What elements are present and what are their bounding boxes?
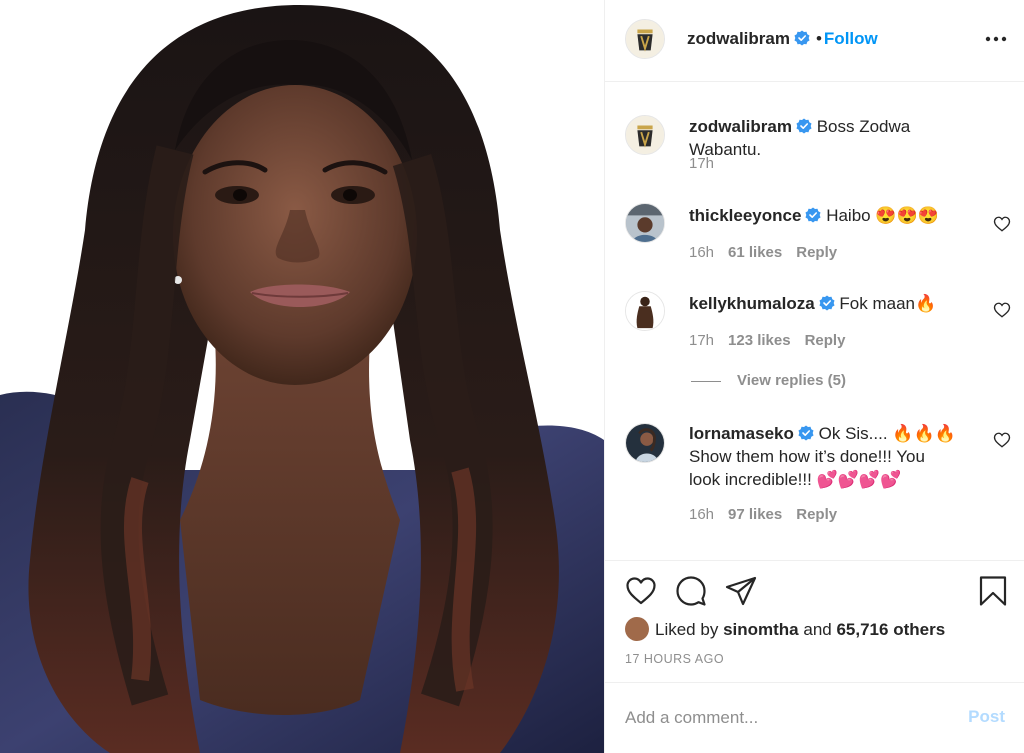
caption-meta: 17h: [689, 155, 728, 172]
like-comment-heart-icon[interactable]: [993, 431, 1011, 449]
verified-badge-icon: [798, 425, 814, 441]
follow-button[interactable]: Follow: [824, 29, 878, 48]
replies-divider-line: [691, 380, 721, 382]
brand-logo-icon: [626, 116, 664, 154]
commenter-avatar[interactable]: [625, 203, 665, 243]
reply-button[interactable]: Reply: [805, 332, 846, 349]
commenter-avatar[interactable]: [625, 291, 665, 331]
view-replies-label: View replies (5): [737, 372, 846, 389]
comment-meta: 16h 97 likes Reply: [689, 506, 851, 523]
profile-photo-icon: [626, 424, 664, 462]
comment-username[interactable]: lornamaseko: [689, 424, 794, 443]
post-timestamp[interactable]: 17 HOURS AGO: [625, 652, 724, 666]
verified-badge-icon: [794, 30, 810, 46]
reply-button[interactable]: Reply: [796, 506, 837, 523]
header-separator: •: [815, 29, 822, 48]
likes-count-link[interactable]: 65,716 others: [836, 620, 945, 639]
liked-by-connector: and: [803, 620, 832, 639]
caption-time[interactable]: 17h: [689, 155, 714, 172]
post-actions: Liked by sinomtha and 65,716 others 17 H…: [605, 560, 1024, 682]
verified-badge-icon: [796, 118, 812, 134]
comment-body: kellykhumaloza Fok maan🔥: [689, 292, 979, 315]
post-header: zodwalibram • Follow: [605, 0, 1024, 82]
like-heart-icon[interactable]: [625, 575, 657, 607]
post-comment-button[interactable]: Post: [968, 707, 1005, 727]
reply-button[interactable]: Reply: [796, 244, 837, 261]
caption-username[interactable]: zodwalibram: [689, 117, 792, 136]
comment-time[interactable]: 17h: [689, 332, 714, 349]
liked-by-prefix: Liked by: [655, 620, 719, 639]
comment-username[interactable]: kellykhumaloza: [689, 294, 815, 313]
comment-body: thickleeyonce Haibo 😍😍😍: [689, 204, 979, 227]
portrait-photo: [0, 0, 604, 753]
comment-meta: 17h 123 likes Reply: [689, 332, 859, 349]
comment-input[interactable]: [625, 705, 945, 731]
comment-text: Fok maan🔥: [839, 294, 937, 313]
caption: zodwalibram Boss Zodwa Wabantu. 17h: [605, 82, 1024, 182]
comment-item: kellykhumaloza Fok maan🔥 17h 123 likes Rep…: [605, 270, 1024, 358]
comment-text: Haibo 😍😍😍: [826, 206, 939, 225]
verified-badge-icon: [819, 295, 835, 311]
profile-photo-icon: [626, 204, 664, 242]
liked-by-summary: Liked by sinomtha and 65,716 others: [625, 617, 945, 641]
commenter-avatar[interactable]: [625, 423, 665, 463]
save-bookmark-icon[interactable]: [977, 575, 1009, 607]
like-comment-heart-icon[interactable]: [993, 215, 1011, 233]
post-image[interactable]: [0, 0, 604, 753]
share-paper-plane-icon[interactable]: [725, 575, 757, 607]
comment-item: lornamaseko Ok Sis.... 🔥🔥🔥 Show them how…: [605, 402, 1024, 542]
verified-badge-icon: [805, 207, 821, 223]
comment-username[interactable]: thickleeyonce: [689, 206, 801, 225]
liker-avatar[interactable]: [625, 617, 649, 641]
comment-body: lornamaseko Ok Sis.... 🔥🔥🔥 Show them how…: [689, 422, 957, 491]
comment-likes[interactable]: 97 likes: [728, 506, 782, 523]
view-replies-button[interactable]: View replies (5): [691, 372, 846, 389]
caption-body: zodwalibram Boss Zodwa Wabantu.: [689, 115, 979, 161]
author-username[interactable]: zodwalibram: [687, 29, 790, 48]
caption-author-avatar[interactable]: [625, 115, 665, 155]
comment-item: thickleeyonce Haibo 😍😍😍 16h 61 likes Reply: [605, 182, 1024, 270]
author-avatar[interactable]: [625, 19, 665, 59]
comment-likes[interactable]: 123 likes: [728, 332, 791, 349]
comment-meta: 16h 61 likes Reply: [689, 244, 851, 261]
post-details-panel: zodwalibram • Follow zodwalibram Boss Zodw…: [604, 0, 1024, 753]
comment-bubble-icon[interactable]: [675, 575, 707, 607]
like-comment-heart-icon[interactable]: [993, 301, 1011, 319]
brand-logo-icon: [626, 20, 664, 58]
add-comment-bar: Post: [605, 682, 1024, 753]
comment-likes[interactable]: 61 likes: [728, 244, 782, 261]
comment-time[interactable]: 16h: [689, 506, 714, 523]
profile-photo-icon: [626, 292, 664, 330]
liker-username[interactable]: sinomtha: [723, 620, 799, 639]
comment-time[interactable]: 16h: [689, 244, 714, 261]
more-options-icon[interactable]: [985, 32, 1007, 46]
